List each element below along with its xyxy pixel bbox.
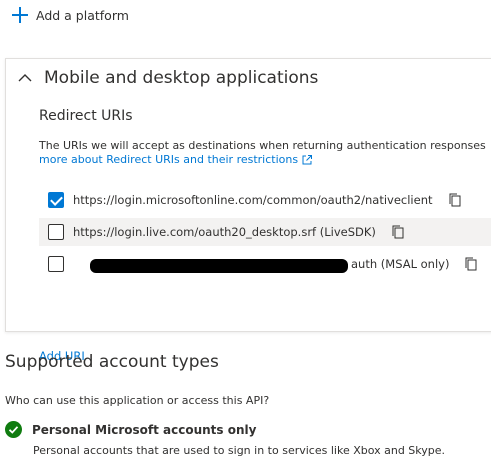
redirect-uri-row: https://login.microsoftonline.com/common…	[39, 186, 491, 214]
redirect-uri-checkbox[interactable]	[48, 224, 64, 240]
copy-icon[interactable]	[390, 224, 406, 240]
platform-card-title: Mobile and desktop applications	[44, 68, 319, 88]
account-type-description: Personal accounts that are used to sign …	[33, 444, 446, 457]
selected-account-type: Personal Microsoft accounts only	[5, 421, 256, 438]
redacted-uri-bar	[90, 259, 348, 273]
learn-more-text: more about Redirect URIs and their restr…	[39, 153, 299, 166]
learn-more-link[interactable]: more about Redirect URIs and their restr…	[39, 153, 313, 166]
supported-account-types-heading: Supported account types	[5, 352, 219, 372]
app-registration-page: Add a platform Mobile and desktop applic…	[0, 0, 491, 473]
external-link-icon	[302, 154, 313, 164]
add-platform-button[interactable]: Add a platform	[12, 7, 129, 23]
check-circle-icon	[5, 421, 22, 438]
copy-icon[interactable]	[447, 192, 463, 208]
supported-accounts-question: Who can use this application or access t…	[5, 394, 270, 407]
redirect-uri-text: https://login.live.com/oauth20_desktop.s…	[73, 225, 376, 239]
redirect-uri-checkbox[interactable]	[48, 256, 64, 272]
account-type-title: Personal Microsoft accounts only	[32, 422, 257, 437]
redirect-uri-row: https://login.live.com/oauth20_desktop.s…	[39, 218, 491, 246]
mobile-desktop-platform-card: Mobile and desktop applications Redirect…	[5, 58, 491, 363]
redirect-uris-description: The URIs we will accept as destinations …	[39, 139, 486, 152]
redirect-uris-heading: Redirect URIs	[39, 108, 133, 124]
platform-card-header[interactable]: Mobile and desktop applications	[18, 68, 318, 88]
redirect-uri-text: auth (MSAL only)	[351, 257, 450, 271]
redirect-uri-text: https://login.microsoftonline.com/common…	[73, 193, 433, 207]
redirect-uri-checkbox[interactable]	[48, 192, 64, 208]
add-platform-label: Add a platform	[36, 7, 129, 23]
chevron-up-icon[interactable]	[18, 71, 32, 85]
copy-icon[interactable]	[463, 256, 479, 272]
plus-icon	[12, 7, 28, 23]
